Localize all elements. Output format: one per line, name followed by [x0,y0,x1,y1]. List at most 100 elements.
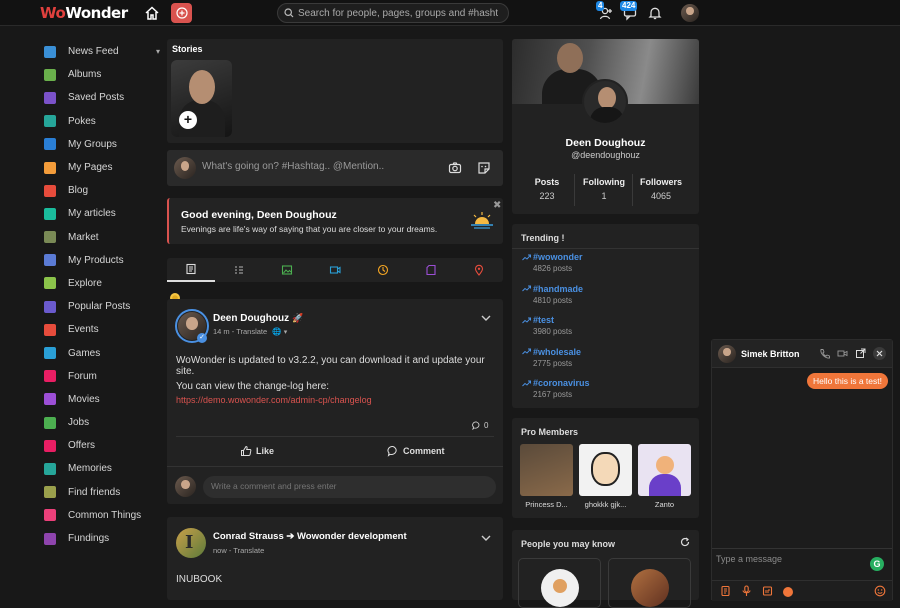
trending-hashtag[interactable]: #handmade [533,284,583,294]
sidebar-item-my-articles[interactable]: My articles [40,202,160,225]
popout-icon[interactable] [855,348,866,362]
post-author-name[interactable]: Deen Doughouz [213,313,289,324]
sidebar-item-news-feed[interactable]: News Feed ▾ [40,40,160,63]
refresh-icon[interactable] [680,537,690,550]
tab-music-posts[interactable] [359,258,407,282]
tab-file-posts[interactable] [407,258,455,282]
pro-member[interactable]: Zanto [638,444,691,511]
post-options-chevron-icon[interactable] [481,313,491,325]
post-group-name[interactable]: Wowonder development [297,531,407,542]
sticker-icon[interactable] [477,161,491,178]
chat-message-input[interactable] [716,554,866,564]
pro-member[interactable]: ghokkk gjk... [579,444,632,511]
create-post-button[interactable] [171,3,192,23]
trending-hashtag[interactable]: #wowonder [533,252,583,262]
search-icon [284,8,294,18]
sidebar-item-market[interactable]: Market [40,226,160,249]
camera-icon[interactable] [448,161,462,178]
chat-header[interactable]: Simek Britton [712,340,892,368]
sidebar-item-saved-posts[interactable]: Saved Posts [40,86,160,109]
composer-input[interactable] [202,161,432,172]
sidebar-item-offers[interactable]: Offers [40,434,160,457]
tab-text-posts[interactable] [215,258,263,282]
post-timestamp[interactable]: now - Translate [213,546,264,555]
comment-box[interactable] [203,476,496,498]
sidebar-item-movies[interactable]: Movies [40,388,160,411]
emoji-icon[interactable] [874,585,886,600]
changelog-link[interactable]: https://demo.wowonder.com/admin-cp/chang… [176,395,372,405]
tab-location-posts[interactable] [455,258,503,282]
sidebar-item-games[interactable]: Games [40,341,160,364]
sidebar-item-memories[interactable]: Memories [40,457,160,480]
video-call-icon[interactable] [837,348,848,362]
tab-video-posts[interactable] [311,258,359,282]
microphone-icon[interactable] [741,585,752,600]
trending-item[interactable]: #test 3980 posts [522,315,572,336]
trending-hashtag[interactable]: #wholesale [533,347,581,357]
comment-button[interactable]: Comment [387,445,445,457]
chat-contact-avatar [718,345,736,363]
user-avatar[interactable] [681,4,699,22]
my-story-thumbnail[interactable]: + [171,60,232,137]
profile-name[interactable]: Deen Doughouz [512,137,699,149]
wowonder-logo[interactable]: WoWonder [40,4,128,22]
sidebar-item-my-pages[interactable]: My Pages [40,156,160,179]
profile-avatar[interactable] [582,79,628,125]
sidebar-item-label: Fundings [68,533,110,545]
suggested-person[interactable] [518,558,601,608]
trending-item[interactable]: #wowonder 4826 posts [522,252,583,273]
tab-photo-posts[interactable] [263,258,311,282]
chat-message-bubble: Hello this is a test! [807,373,888,389]
trending-hashtag[interactable]: #test [533,315,554,325]
stat-followers[interactable]: Followers 4065 [630,177,692,201]
stat-posts[interactable]: Posts 223 [516,177,578,201]
search-input[interactable] [298,7,498,19]
sidebar-item-my-products[interactable]: My Products [40,249,160,272]
sidebar-item-popular-posts[interactable]: Popular Posts [40,295,160,318]
trending-item[interactable]: #handmade 4810 posts [522,284,583,305]
tab-all-posts[interactable] [167,258,215,282]
search-bar[interactable] [277,3,509,23]
privacy-chevron-icon[interactable]: ▾ [284,329,288,336]
color-picker-icon[interactable] [783,587,793,597]
sidebar-item-blog[interactable]: Blog [40,179,160,202]
post-options-chevron-icon[interactable] [481,533,491,545]
post-author-name[interactable]: Conrad Strauss [213,531,284,542]
trend-up-icon [522,317,531,323]
grammarly-icon[interactable]: G [870,557,884,571]
trending-item[interactable]: #coronavirus 2167 posts [522,378,590,399]
sidebar-item-jobs[interactable]: Jobs [40,411,160,434]
sidebar-item-my-groups[interactable]: My Groups [40,133,160,156]
post-composer[interactable] [167,150,503,186]
close-chat-button[interactable] [873,347,886,360]
gif-icon[interactable] [762,585,773,600]
pro-member[interactable]: Princess D... [520,444,573,511]
chat-contact-name[interactable]: Simek Britton [741,349,800,359]
bell-icon[interactable] [647,5,663,21]
sidebar-item-common-things[interactable]: Common Things [40,504,160,527]
post-author-avatar[interactable]: I [176,528,206,558]
home-icon[interactable] [143,4,161,22]
add-story-plus-icon[interactable]: + [179,111,197,129]
post-card: ✓ Deen Doughouz 🚀 14 m - Translate 🌐 ▾ W… [167,299,503,504]
comment-input[interactable] [211,481,481,491]
sidebar-item-explore[interactable]: Explore [40,272,160,295]
trending-hashtag[interactable]: #coronavirus [533,378,590,388]
sidebar-item-events[interactable]: Events [40,318,160,341]
post-timestamp[interactable]: 14 m - Translate [213,327,267,336]
comment-count[interactable]: 0 [472,421,488,430]
suggested-person[interactable] [608,558,691,608]
sidebar-item-albums[interactable]: Albums [40,63,160,86]
sidebar-item-fundings[interactable]: Fundings [40,527,160,550]
sidebar-item-label: Explore [68,277,102,289]
chevron-down-icon[interactable]: ▾ [156,47,160,56]
sidebar-item-find-friends[interactable]: Find friends [40,481,160,504]
attachment-icon[interactable] [720,585,731,600]
sidebar-item-forum[interactable]: Forum [40,365,160,388]
stat-following[interactable]: Following 1 [573,177,635,201]
phone-icon[interactable] [819,348,830,362]
sidebar-item-pokes[interactable]: Pokes [40,110,160,133]
like-button[interactable]: Like [240,445,274,457]
trending-item[interactable]: #wholesale 2775 posts [522,347,581,368]
close-icon[interactable]: ✖ [493,200,501,211]
